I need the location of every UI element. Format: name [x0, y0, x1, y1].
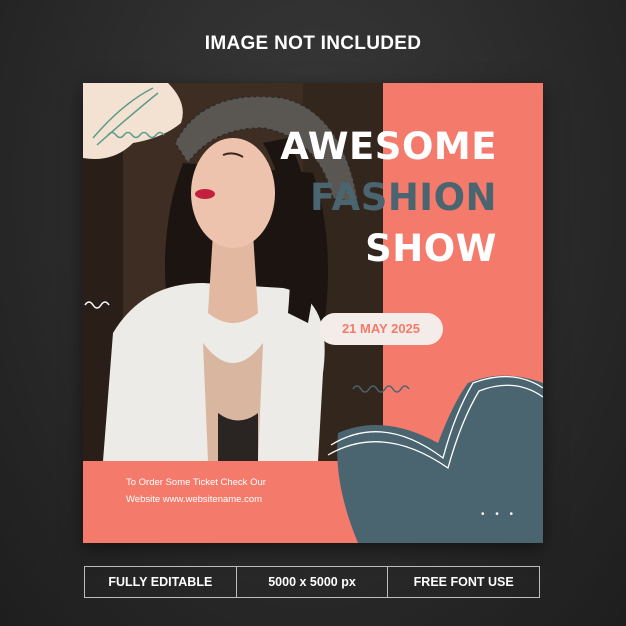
ticket-info-line2: Website www.websitename.com [126, 494, 263, 505]
headline-fashion: FASHION [310, 176, 497, 219]
feature-bar: FULLY EDITABLE 5000 x 5000 px FREE FONT … [84, 566, 540, 598]
ticket-info-line1: To Order Some Ticket Check Our [126, 477, 266, 488]
feature-fully-editable: FULLY EDITABLE [108, 575, 213, 589]
headline-show: SHOW [365, 227, 497, 270]
dots-decoration: • • • [481, 509, 518, 520]
banner-title: IMAGE NOT INCLUDED [204, 33, 422, 54]
ticket-info-text: To Order Some Ticket Check Our Website w… [126, 474, 346, 508]
event-date-badge: 21 MAY 2025 [319, 313, 443, 345]
social-post-card: AWESOME FASHION SHOW 21 MAY 2025 To Orde… [83, 83, 543, 543]
feature-free-font: FREE FONT USE [387, 567, 539, 597]
headline-awesome: AWESOME [280, 125, 497, 168]
feature-dimensions: 5000 x 5000 px [235, 567, 388, 597]
